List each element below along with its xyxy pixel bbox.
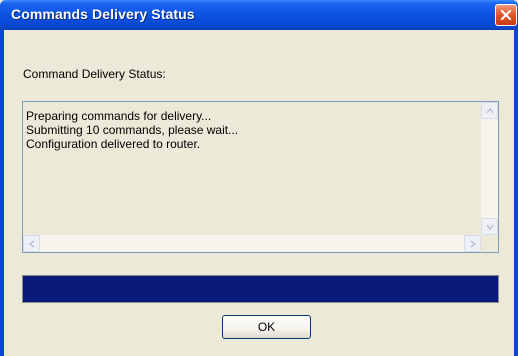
dialog-window: Commands Delivery Status Command Deliver… [0,0,518,356]
progress-fill [23,276,498,302]
vertical-scrollbar[interactable] [481,102,498,235]
scroll-up-button[interactable] [481,102,498,119]
arrow-up-icon [486,107,494,114]
window-title: Commands Delivery Status [11,6,195,22]
scrollbar-corner [481,235,498,252]
arrow-right-icon [470,240,477,248]
scroll-down-button[interactable] [481,218,498,235]
scroll-left-button[interactable] [23,235,40,252]
status-log-textarea[interactable]: Preparing commands for delivery... Submi… [22,101,499,253]
horizontal-scrollbar[interactable] [23,235,481,252]
title-bar[interactable]: Commands Delivery Status [0,0,518,30]
dialog-body: Command Delivery Status: Preparing comma… [4,30,514,356]
close-icon [500,9,512,21]
status-log-lines: Preparing commands for delivery... Submi… [26,109,238,151]
arrow-left-icon [28,240,35,248]
log-line: Configuration delivered to router. [26,137,201,151]
log-line: Submitting 10 commands, please wait... [26,123,239,137]
status-label: Command Delivery Status: [23,67,166,81]
scroll-right-button[interactable] [464,235,481,252]
ok-button[interactable]: OK [222,315,311,339]
close-button[interactable] [495,4,517,26]
log-line: Preparing commands for delivery... [26,109,212,123]
arrow-down-icon [486,224,494,231]
delivery-progress-bar [22,275,499,303]
